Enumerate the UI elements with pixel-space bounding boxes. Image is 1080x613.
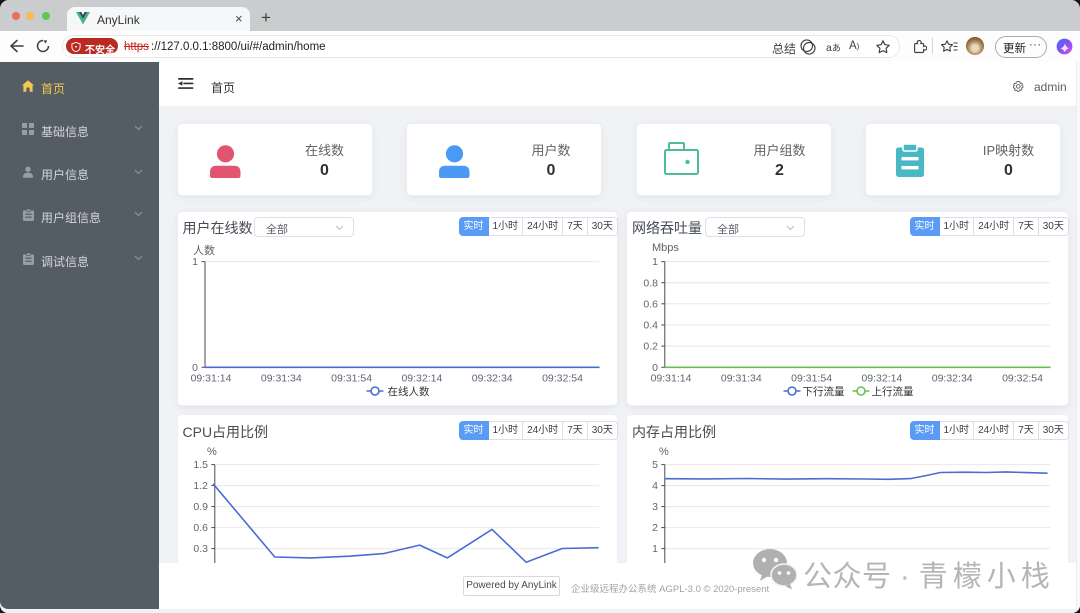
svg-text:09:31:34: 09:31:34 (260, 373, 301, 385)
svg-text:09:32:34: 09:32:34 (931, 373, 972, 385)
svg-text:0.3: 0.3 (193, 543, 208, 555)
svg-text:09:32:34: 09:32:34 (471, 373, 512, 385)
svg-text:1: 1 (192, 256, 198, 268)
svg-text:09:31:34: 09:31:34 (720, 373, 761, 385)
svg-text:09:32:14: 09:32:14 (401, 373, 442, 385)
svg-text:0.2: 0.2 (643, 341, 658, 353)
svg-text:2: 2 (652, 522, 658, 534)
svg-text:3: 3 (652, 501, 658, 513)
svg-text:09:32:54: 09:32:54 (542, 373, 583, 385)
svg-text:09:31:14: 09:31:14 (650, 373, 691, 385)
svg-text:下行流量: 下行流量 (802, 385, 844, 398)
svg-text:09:31:14: 09:31:14 (190, 373, 231, 385)
svg-text:0.8: 0.8 (643, 277, 658, 289)
svg-text:0.6: 0.6 (193, 522, 208, 534)
svg-text:09:32:54: 09:32:54 (1002, 373, 1043, 385)
svg-text:1.5: 1.5 (193, 459, 208, 471)
svg-text:09:31:54: 09:31:54 (331, 373, 372, 385)
svg-text:上行流量: 上行流量 (871, 385, 913, 398)
svg-text:0.4: 0.4 (643, 320, 658, 332)
svg-text:1: 1 (652, 543, 658, 555)
svg-text:1: 1 (652, 256, 658, 268)
svg-text:5: 5 (652, 459, 658, 471)
svg-text:0.9: 0.9 (193, 501, 208, 513)
svg-text:1.2: 1.2 (193, 480, 208, 492)
svg-text:0.6: 0.6 (643, 298, 658, 310)
svg-text:4: 4 (652, 480, 658, 492)
svg-text:09:31:54: 09:31:54 (791, 373, 832, 385)
svg-text:在线人数: 在线人数 (387, 385, 429, 398)
svg-text:09:32:14: 09:32:14 (861, 373, 902, 385)
